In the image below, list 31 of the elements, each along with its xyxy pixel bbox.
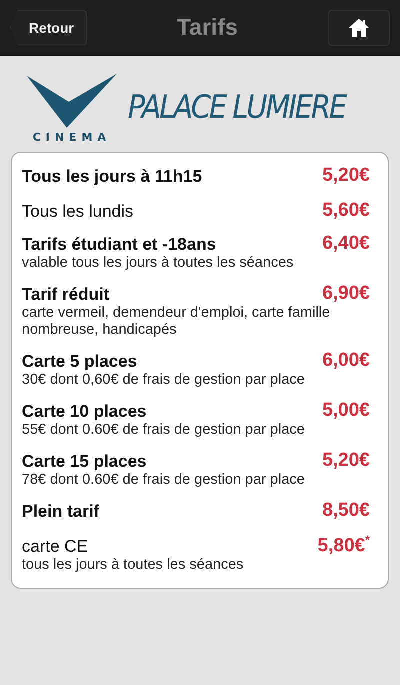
cinema-name: PALACE LUMIERE bbox=[128, 88, 346, 126]
rate-price: 6,90€ bbox=[322, 283, 370, 305]
home-icon bbox=[348, 18, 370, 38]
rate-price: 5,00€ bbox=[322, 400, 370, 422]
rate-note: carte vermeil, demendeur d'emploi, carte famille nombreuse, handicapés bbox=[22, 305, 332, 339]
rate-note: tous les jours à toutes les séances bbox=[22, 557, 245, 574]
rate-price: 5,20€ bbox=[322, 450, 370, 472]
rate-price: 5,80€$^{*}$ bbox=[318, 533, 370, 558]
rate-label: carte CE bbox=[22, 537, 88, 558]
rate-label: Tous les lundis bbox=[22, 202, 134, 222]
rate-price: 6,00€ bbox=[322, 350, 370, 372]
home-button[interactable] bbox=[328, 10, 390, 46]
rate-label: Carte 10 places bbox=[22, 402, 147, 422]
rate-note: 78€ dont 0.60€ de frais de gestion par place bbox=[22, 472, 306, 489]
logo-tagline: CINEMA bbox=[32, 131, 112, 144]
rate-note: valable tous les jours à toutes les séances bbox=[22, 255, 295, 272]
rate-label: Plein tarif bbox=[22, 502, 100, 522]
rate-label: Tarifs étudiant et -18ans bbox=[22, 235, 216, 255]
rate-label: Tous les jours à 11h15 bbox=[22, 167, 202, 187]
rate-price: 5,20€ bbox=[322, 165, 370, 187]
rate-price: 6,40€ bbox=[322, 233, 370, 255]
rate-note: 30€ dont 0,60€ de frais de gestion par place bbox=[22, 372, 306, 389]
rate-price: 8,50€ bbox=[322, 500, 370, 522]
page-title: Tarifs bbox=[177, 14, 238, 41]
rate-label: Carte 15 places bbox=[22, 452, 147, 472]
rate-label: Carte 5 places bbox=[22, 352, 138, 372]
logo-icon bbox=[27, 74, 117, 129]
back-button[interactable]: Retour bbox=[10, 10, 88, 46]
rate-note: 55€ dont 0.60€ de frais de gestion par place bbox=[22, 422, 306, 439]
rate-price: 5,60€ bbox=[322, 200, 370, 222]
rate-label: Tarif réduit bbox=[22, 285, 110, 305]
